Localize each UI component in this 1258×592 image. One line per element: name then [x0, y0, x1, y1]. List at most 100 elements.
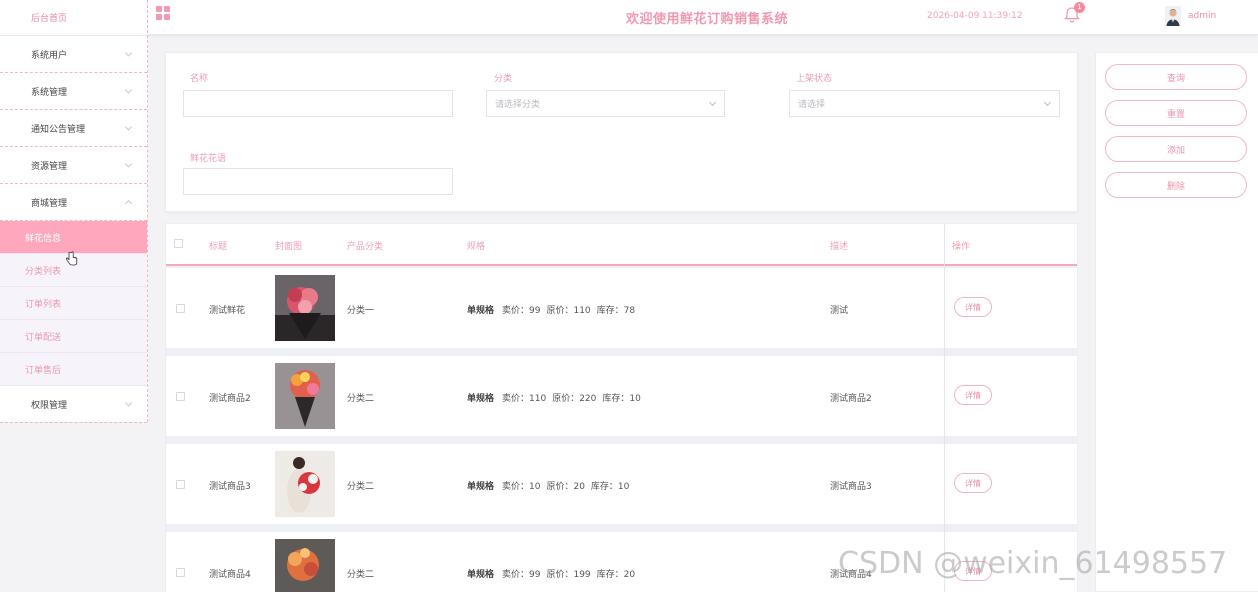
sidebar-subitem-flower-info[interactable]: 鲜花信息: [0, 221, 147, 254]
row-title: 测试商品2: [209, 394, 251, 404]
product-cover-image[interactable]: [275, 451, 335, 517]
spec-price: 卖价：99: [502, 570, 541, 580]
row-title: 测试商品3: [209, 482, 251, 492]
spec-stock: 库存：10: [590, 482, 630, 492]
row-spec: 单规格 卖价：99 原价：199 库存：20: [467, 567, 641, 580]
table-row: 测试商品2 分类二 单规格 卖价：110 原价：220 库存：10 测试商品2 详情: [166, 356, 1077, 436]
column-header-spec: 规格: [467, 242, 486, 252]
spec-stock: 库存：78: [596, 306, 636, 316]
row-description: 测试商品3: [830, 482, 872, 492]
column-header-cover: 封面图: [275, 242, 303, 252]
avatar[interactable]: [1165, 6, 1181, 26]
spec-type: 单规格: [467, 394, 495, 404]
spec-original-price: 原价：199: [546, 570, 591, 580]
chevron-down-icon: [124, 49, 133, 57]
sidebar-item-system-users[interactable]: 系统用户: [0, 36, 147, 73]
sidebar-item-label: 资源管理: [31, 161, 68, 172]
page-title: 欢迎使用鲜花订购销售系统: [626, 12, 789, 27]
add-button[interactable]: 添加: [1105, 136, 1247, 162]
product-cover-image[interactable]: [275, 363, 335, 429]
sidebar-item-resource-management[interactable]: 资源管理: [0, 147, 147, 184]
top-header: 欢迎使用鲜花订购销售系统 2026-04-09 11:39:12 1 admin: [148, 0, 1258, 35]
row-title: 测试鲜花: [209, 306, 246, 316]
select-all-checkbox[interactable]: [174, 239, 183, 248]
chevron-down-icon: [708, 98, 717, 107]
row-spec: 单规格 卖价：110 原价：220 库存：10: [467, 391, 647, 404]
sidebar-item-label: 权限管理: [31, 400, 68, 411]
flower-language-label: 鲜花花语: [190, 154, 227, 164]
sidebar-item-notice-management[interactable]: 通知公告管理: [0, 110, 147, 147]
spec-type: 单规格: [467, 482, 495, 492]
sidebar-item-label: 商城管理: [31, 198, 68, 209]
search-filter-panel: 名称 分类 请选择分类 上架状态 请选择 鲜花花语: [165, 52, 1078, 212]
category-filter-label: 分类: [494, 74, 513, 84]
chevron-down-icon: [1043, 98, 1052, 107]
notification-badge: 1: [1074, 2, 1085, 13]
watermark-text: CSDN @weixin_61498557: [838, 546, 1228, 581]
spec-original-price: 原价：220: [552, 394, 597, 404]
sidebar-item-permission-management[interactable]: 权限管理: [0, 386, 147, 423]
sidebar-item-label: 系统用户: [31, 50, 68, 61]
detail-button[interactable]: 详情: [954, 385, 992, 405]
spec-original-price: 原价：20: [546, 482, 585, 492]
detail-button[interactable]: 详情: [954, 473, 992, 493]
name-filter-input[interactable]: [183, 90, 453, 117]
sidebar-subitem-order-delivery[interactable]: 订单配送: [0, 320, 147, 353]
row-checkbox[interactable]: [176, 568, 185, 577]
action-button-panel: 查询 重置 添加 删除: [1095, 52, 1258, 592]
delete-button[interactable]: 删除: [1105, 172, 1247, 198]
row-category: 分类二: [347, 394, 375, 404]
reset-button[interactable]: 重置: [1105, 100, 1247, 126]
spec-type: 单规格: [467, 306, 495, 316]
sidebar-home-link[interactable]: 后台首页: [0, 0, 147, 36]
row-category: 分类二: [347, 570, 375, 580]
sidebar-item-system-management[interactable]: 系统管理: [0, 73, 147, 110]
row-checkbox[interactable]: [176, 480, 185, 489]
row-description: 测试商品2: [830, 394, 872, 404]
row-spec: 单规格 卖价：10 原价：20 库存：10: [467, 479, 635, 492]
row-category: 分类一: [347, 306, 375, 316]
category-select-placeholder: 请选择分类: [495, 100, 541, 110]
row-category: 分类二: [347, 482, 375, 492]
chevron-down-icon: [124, 160, 133, 168]
table-row: 测试商品3 分类二 单规格 卖价：10 原价：20 库存：10 测试商品3 详情: [166, 444, 1077, 524]
row-checkbox[interactable]: [176, 304, 185, 313]
sidebar-item-label: 通知公告管理: [31, 124, 86, 135]
sidebar-item-mall-management[interactable]: 商城管理: [0, 184, 147, 221]
spec-price: 卖价：110: [502, 394, 547, 404]
product-cover-image[interactable]: [275, 275, 335, 341]
sidebar-item-label: 系统管理: [31, 87, 68, 98]
table-header: 标题 封面图 产品分类 规格 描述 操作: [166, 224, 1077, 266]
spec-stock: 库存：10: [602, 394, 641, 404]
row-checkbox[interactable]: [176, 392, 185, 401]
name-filter-label: 名称: [190, 74, 209, 84]
spec-type: 单规格: [467, 570, 495, 580]
spec-price: 卖价：10: [502, 482, 541, 492]
column-header-description: 描述: [830, 242, 849, 252]
sidebar-subitem-order-list[interactable]: 订单列表: [0, 287, 147, 320]
chevron-down-icon: [124, 86, 133, 94]
status-select-placeholder: 请选择: [798, 100, 826, 110]
sidebar: 后台首页 系统用户 系统管理 通知公告管理 资源管理 商城管理 鲜花信息 分类列…: [0, 0, 148, 423]
hand-cursor-icon: [66, 251, 78, 266]
spec-price: 卖价：99: [502, 306, 541, 316]
chevron-down-icon: [124, 123, 133, 131]
status-filter-label: 上架状态: [796, 74, 833, 84]
row-title: 测试商品4: [209, 570, 251, 580]
row-spec: 单规格 卖价：99 原价：110 库存：78: [467, 303, 641, 316]
sidebar-subitem-after-sales[interactable]: 订单售后: [0, 353, 147, 386]
query-button[interactable]: 查询: [1105, 64, 1247, 90]
row-description: 测试: [830, 306, 849, 316]
detail-button[interactable]: 详情: [954, 297, 992, 317]
column-header-title: 标题: [209, 242, 228, 252]
product-cover-image[interactable]: [275, 539, 335, 592]
current-datetime: 2026-04-09 11:39:12: [927, 11, 1023, 21]
username-label[interactable]: admin: [1188, 11, 1216, 21]
category-select[interactable]: 请选择分类: [486, 90, 725, 117]
product-table: 标题 封面图 产品分类 规格 描述 操作 测试鲜花 分类一 单规格 卖价：99 原价…: [165, 223, 1078, 592]
spec-original-price: 原价：110: [546, 306, 591, 316]
flower-language-input[interactable]: [183, 168, 453, 195]
fixed-column-divider: [944, 224, 945, 592]
grid-menu-icon[interactable]: [156, 6, 170, 20]
status-select[interactable]: 请选择: [789, 90, 1060, 117]
